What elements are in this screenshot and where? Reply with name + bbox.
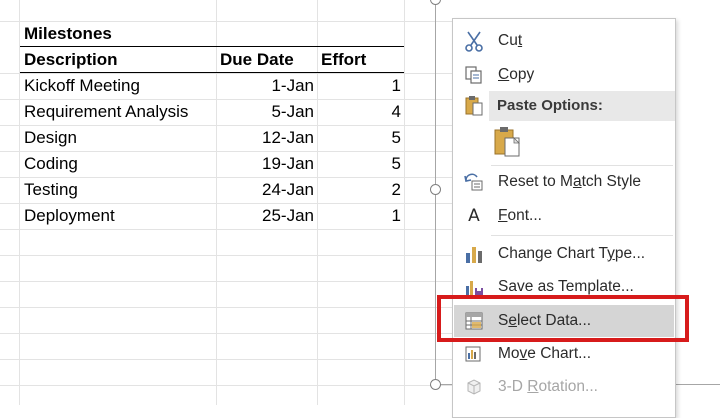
highlight-box [437, 295, 689, 342]
grid-line [0, 229, 470, 230]
cell-description[interactable]: Design [24, 125, 216, 151]
grid-line [0, 255, 470, 256]
cell-description[interactable]: Deployment [24, 203, 216, 229]
paste-icon [454, 90, 494, 122]
paste-options-header: Paste Options: [489, 91, 675, 121]
cube-icon [454, 371, 494, 403]
bar-chart-icon [454, 238, 494, 270]
header-due-date[interactable]: Due Date [220, 47, 315, 73]
menu-item-copy[interactable]: Copy [454, 59, 674, 91]
scissors-icon [454, 25, 494, 57]
menu-item-move-chart[interactable]: Move Chart... [454, 338, 674, 370]
menu-item-font[interactable]: A Font... [454, 200, 674, 232]
menu-item-cut[interactable]: Cut [454, 25, 674, 57]
cell-description[interactable]: Requirement Analysis [24, 99, 216, 125]
cell-due-date[interactable]: 5-Jan [218, 99, 314, 125]
cell-description[interactable]: Testing [24, 177, 216, 203]
copy-icon [454, 59, 494, 91]
cell-due-date[interactable]: 1-Jan [218, 73, 314, 99]
context-menu: Cut Copy Paste Options: Reset to Match S… [452, 18, 676, 418]
menu-item-change-chart-type[interactable]: Change Chart Type... [454, 238, 674, 270]
grid-line [0, 359, 470, 360]
cell-effort[interactable]: 1 [318, 203, 401, 229]
menu-item-reset-style[interactable]: Reset to Match Style [454, 166, 674, 198]
font-icon: A [468, 206, 480, 226]
paste-option-keep-source-icon[interactable] [493, 125, 525, 159]
cell-effort[interactable]: 1 [318, 73, 401, 99]
grid-line [0, 333, 470, 334]
menu-separator [491, 235, 673, 236]
cell-effort[interactable]: 5 [318, 125, 401, 151]
resize-handle-middle-left[interactable] [430, 184, 441, 195]
header-effort[interactable]: Effort [321, 47, 401, 73]
reset-style-icon [454, 166, 494, 198]
header-description[interactable]: Description [24, 47, 214, 73]
cell-due-date[interactable]: 25-Jan [218, 203, 314, 229]
grid-line [0, 307, 470, 308]
cell-description[interactable]: Coding [24, 151, 216, 177]
cell-description[interactable]: Kickoff Meeting [24, 73, 216, 99]
menu-item-3d-rotation: 3-D Rotation... [454, 371, 674, 403]
grid-line [0, 281, 470, 282]
cell-due-date[interactable]: 19-Jan [218, 151, 314, 177]
move-chart-icon [454, 338, 494, 370]
cell-due-date[interactable]: 12-Jan [218, 125, 314, 151]
cell-effort[interactable]: 4 [318, 99, 401, 125]
table-title[interactable]: Milestones [24, 21, 214, 47]
resize-handle-bottom-left[interactable] [430, 379, 441, 390]
grid-line [0, 385, 470, 386]
cell-effort[interactable]: 5 [318, 151, 401, 177]
cell-effort[interactable]: 2 [318, 177, 401, 203]
cell-due-date[interactable]: 24-Jan [218, 177, 314, 203]
